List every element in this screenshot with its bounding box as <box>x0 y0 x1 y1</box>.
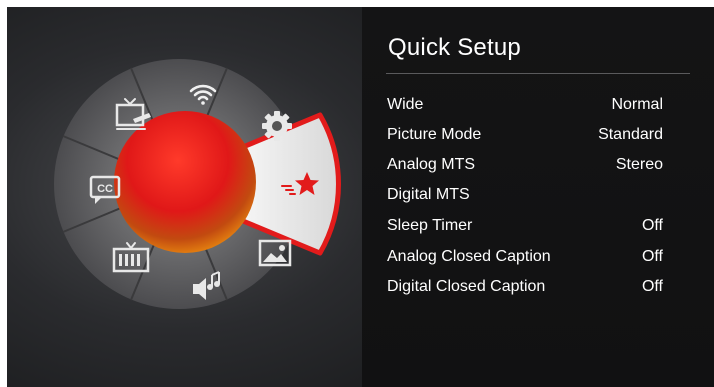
setting-label: Digital Closed Caption <box>387 278 546 295</box>
tv-screen: CC Quick Setup Wide Normal Picture Mode … <box>7 7 714 387</box>
setting-value: Off <box>641 248 663 265</box>
setting-value: Off <box>641 217 663 234</box>
setting-row-analog-mts[interactable]: Analog MTS Stereo <box>362 151 714 181</box>
page-title: Quick Setup <box>388 34 521 61</box>
svg-text:CC: CC <box>97 183 113 195</box>
menu-wheel: CC <box>54 59 341 309</box>
gear-icon <box>262 111 292 141</box>
setting-row-sleep-timer[interactable]: Sleep Timer Off <box>362 212 714 242</box>
setting-label: Wide <box>387 96 424 113</box>
setting-value: Standard <box>598 126 663 143</box>
setting-label: Digital MTS <box>387 186 470 203</box>
setting-label: Sleep Timer <box>387 217 473 234</box>
setting-row-digital-mts[interactable]: Digital MTS <box>362 181 714 211</box>
setting-value: Off <box>641 278 663 295</box>
setting-row-analog-closed-caption[interactable]: Analog Closed Caption Off <box>362 243 714 273</box>
setting-row-picture-mode[interactable]: Picture Mode Standard <box>362 121 714 151</box>
setting-row-digital-closed-caption[interactable]: Digital Closed Caption Off <box>362 273 714 303</box>
setting-row-wide[interactable]: Wide Normal <box>362 91 714 121</box>
setting-label: Analog MTS <box>387 156 476 173</box>
settings-panel: Quick Setup Wide Normal Picture Mode Sta… <box>362 7 714 387</box>
setting-value: Normal <box>611 96 663 113</box>
title-divider <box>386 73 690 74</box>
center-orb <box>114 111 256 253</box>
setting-value: Stereo <box>615 156 663 173</box>
setting-label: Picture Mode <box>387 126 482 143</box>
setting-label: Analog Closed Caption <box>387 248 551 265</box>
